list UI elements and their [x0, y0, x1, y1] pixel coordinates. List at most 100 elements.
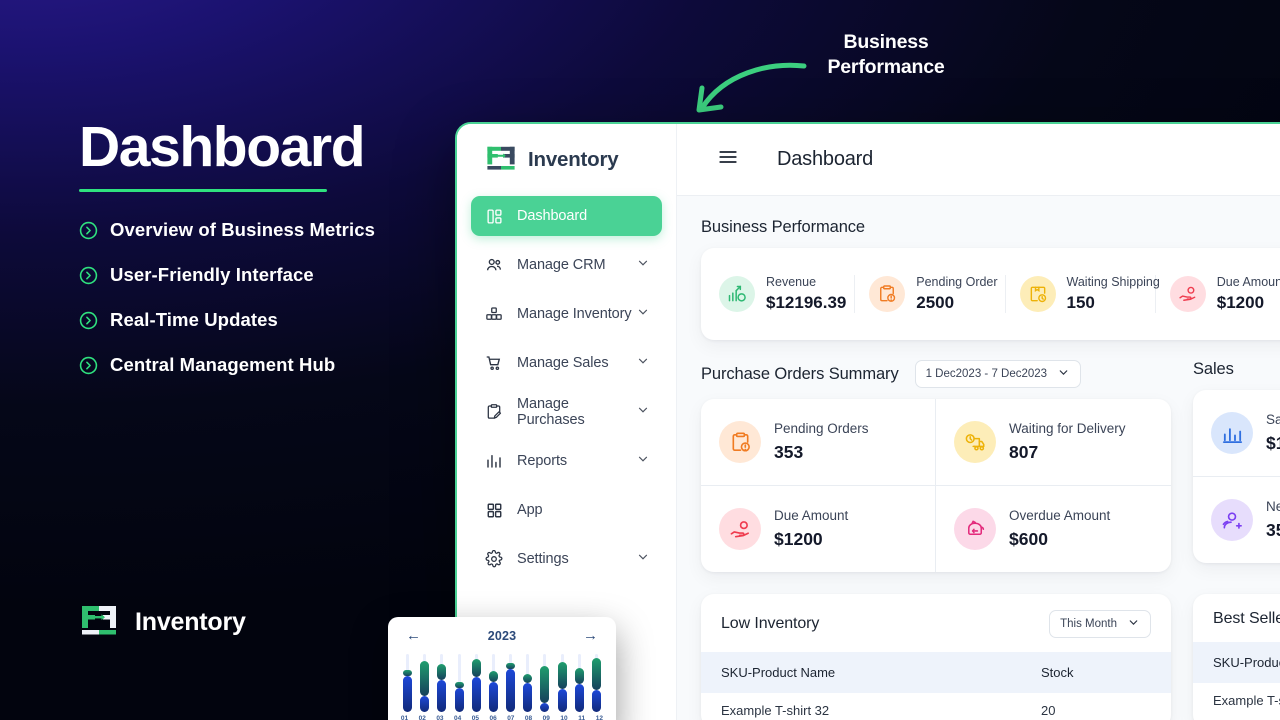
chart-bar-column	[420, 654, 430, 712]
list-item-label: Real-Time Updates	[110, 309, 278, 331]
sidebar-item-reports[interactable]: Reports	[471, 441, 662, 481]
chevron-down-icon[interactable]	[636, 452, 650, 470]
kpi-label: Revenue	[766, 275, 817, 289]
date-range-value: 1 Dec2023 - 7 Dec2023	[925, 368, 1048, 380]
chart-title: 2023	[487, 628, 517, 643]
sidebar-item-label: Reports	[517, 453, 568, 469]
chevron-down-icon[interactable]	[636, 403, 650, 421]
chart-bar-blue	[488, 681, 498, 712]
chart-bar-green	[454, 681, 464, 688]
kpi-value: $12196.39	[766, 293, 847, 312]
chart-bar-green	[540, 665, 550, 704]
chart-bar-column	[488, 654, 498, 712]
title-underline	[79, 189, 327, 193]
bar-chart-icon	[1211, 412, 1253, 454]
sidebar-item-settings[interactable]: Settings	[471, 539, 662, 579]
chart-bar-green	[437, 664, 447, 681]
best-sellers-title: Best Sellers	[1213, 610, 1280, 627]
chart-bar-blue	[454, 687, 464, 712]
sidebar-item-label: Manage CRM	[517, 257, 606, 273]
chart-bar-column	[403, 654, 412, 712]
due-amount-icon	[1169, 276, 1206, 312]
sidebar-item-app[interactable]: App	[471, 490, 662, 530]
promo-feature-list: Overview of Business Metrics User-Friend…	[79, 219, 449, 376]
chart-x-tick-label: 01	[400, 715, 409, 720]
low-inventory-filter[interactable]: This Month	[1049, 610, 1151, 638]
chevron-down-icon	[1127, 616, 1140, 632]
chevron-circle-right-icon	[79, 356, 98, 375]
sales-cell-label: Sales	[1266, 412, 1280, 427]
sales-cell-sales: Sales $120	[1193, 390, 1280, 477]
add-user-icon	[1211, 499, 1253, 541]
chart-x-tick-label: 03	[436, 715, 444, 720]
chart-bar-blue	[574, 684, 584, 712]
table-row[interactable]: Example T-shirt 32 20	[701, 693, 1171, 720]
bar-chart-icon	[483, 452, 505, 470]
page-title: Dashboard	[79, 115, 366, 179]
sidebar-item-manage-sales[interactable]: Manage Sales	[471, 343, 662, 383]
topbar: Dashboard	[677, 124, 1280, 196]
chart-bar-column	[506, 654, 516, 712]
table-row[interactable]: Example T-shirt	[1193, 683, 1280, 718]
list-item: Overview of Business Metrics	[79, 219, 449, 241]
chevron-down-icon[interactable]	[636, 354, 650, 372]
sidebar-brand[interactable]: Inventory	[471, 124, 662, 196]
chart-bar-green	[506, 662, 516, 669]
kpi-pending-order: Pending Order 2500	[855, 275, 1006, 313]
chart-bar-blue	[403, 676, 412, 712]
chevron-down-icon[interactable]	[636, 256, 650, 274]
sidebar-item-dashboard[interactable]: Dashboard	[471, 196, 662, 236]
gear-icon	[483, 550, 505, 568]
kpi-value: 2500	[916, 293, 955, 312]
callout-line-2: Performance	[827, 55, 945, 78]
business-performance-card: Revenue $12196.39 Pending Order 2500 Wai…	[701, 248, 1280, 340]
kpi-label: Pending Order	[916, 275, 998, 289]
sidebar-item-label: Dashboard	[517, 208, 588, 224]
callout-annotation: Business Performance	[690, 30, 950, 120]
chevron-down-icon[interactable]	[636, 550, 650, 568]
po-cell-due-amount: Due Amount $1200	[701, 486, 936, 572]
sidebar-brand-name: Inventory	[528, 148, 619, 171]
chart-bar-green	[471, 658, 481, 678]
kpi-revenue: Revenue $12196.39	[705, 275, 856, 313]
inventory-logo-icon	[485, 142, 517, 179]
section-title: Sales	[1193, 360, 1234, 378]
chevron-down-icon[interactable]	[636, 305, 650, 323]
po-cell-value: 807	[1009, 442, 1039, 462]
promo-panel: Dashboard Overview of Business Metrics U…	[79, 115, 449, 399]
arrow-left-icon[interactable]: ←	[406, 628, 421, 643]
best-sellers-header: Best Sellers	[1193, 594, 1280, 642]
sidebar-item-manage-crm[interactable]: Manage CRM	[471, 245, 662, 285]
chart-bar-blue	[557, 688, 567, 712]
chart-bar-green	[488, 671, 498, 682]
waiting-shipping-icon	[1019, 276, 1056, 312]
sidebar-item-manage-purchases[interactable]: Manage Purchases	[471, 392, 662, 432]
sidebar-item-manage-inventory[interactable]: Manage Inventory	[471, 294, 662, 334]
low-inventory-filter-value: This Month	[1060, 618, 1117, 630]
chart-bar-blue	[420, 695, 430, 712]
list-item-label: Central Management Hub	[110, 354, 336, 376]
po-cell-pending-orders: Pending Orders 353	[701, 399, 936, 486]
chart-bar-green	[591, 657, 601, 690]
callout-line-1: Business	[843, 31, 929, 53]
chart-x-tick-label: 09	[542, 715, 550, 720]
chart-x-tick-label: 02	[418, 715, 426, 720]
po-cell-label: Due Amount	[774, 508, 849, 523]
po-cell-label: Waiting for Delivery	[1009, 421, 1126, 436]
due-amount-icon	[719, 508, 761, 550]
column-header-sku-product-name: SKU-Product Name	[721, 665, 836, 680]
column-header-stock: Stock	[1041, 665, 1074, 680]
kpi-value: 150	[1066, 293, 1095, 312]
low-inventory-title: Low Inventory	[721, 615, 820, 632]
chart-x-axis-labels: 01 02 03 04 05 06 07 08 09 10 11 12	[400, 712, 604, 720]
chart-bar-column	[557, 654, 567, 712]
kpi-value: $1200	[1216, 293, 1265, 312]
chart-bar-blue	[471, 677, 481, 712]
arrow-right-icon[interactable]: →	[583, 628, 598, 643]
hamburger-menu-icon[interactable]	[717, 146, 739, 173]
sales-column: Sales Sales $	[1193, 360, 1280, 572]
po-cell-overdue-amount: Overdue Amount $600	[936, 486, 1171, 572]
cell-stock: 20	[1041, 703, 1056, 718]
chart-plot-area	[400, 652, 604, 712]
date-range-selector[interactable]: 1 Dec2023 - 7 Dec2023	[914, 360, 1082, 388]
